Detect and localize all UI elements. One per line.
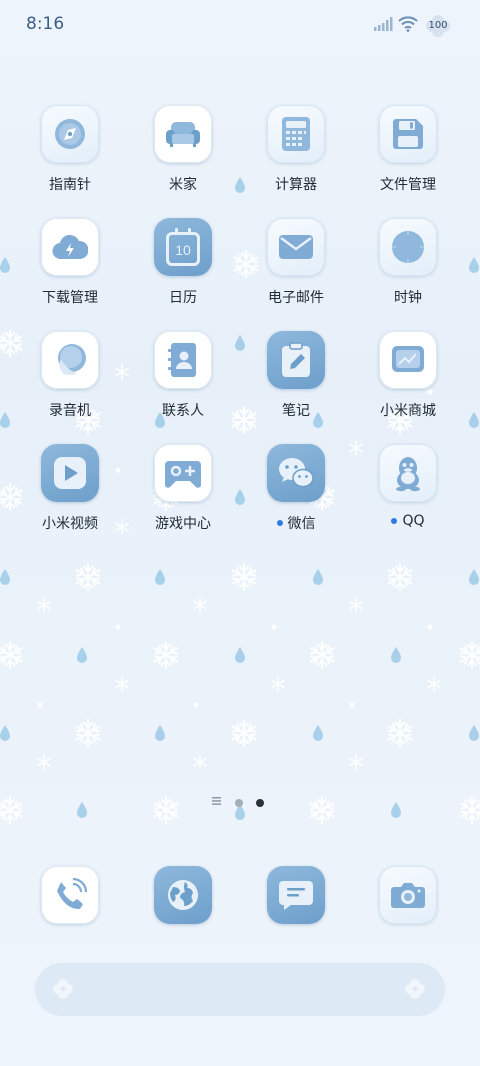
app-notes[interactable]: 笔记	[246, 331, 346, 420]
page-dot-2-active[interactable]	[256, 799, 264, 807]
app-mi-store[interactable]: 小米商城	[358, 331, 458, 420]
wechat-icon	[267, 444, 325, 502]
app-label: 联系人	[162, 403, 204, 419]
dock-phone[interactable]	[20, 866, 120, 924]
recorder-icon	[41, 331, 99, 389]
app-contacts[interactable]: 联系人	[133, 331, 233, 420]
app-mi-video[interactable]: 小米视频	[20, 444, 120, 533]
app-game-center[interactable]: 游戏中心	[133, 444, 233, 533]
play-video-icon	[41, 444, 99, 502]
calendar-frame: 10	[166, 227, 200, 266]
app-label-row: 微信	[246, 513, 346, 533]
app-recorder[interactable]: 录音机	[20, 331, 120, 420]
compass-icon	[41, 105, 99, 163]
app-label: 微信	[287, 516, 316, 532]
app-qq[interactable]: QQ	[358, 444, 458, 529]
app-downloads[interactable]: 下载管理	[20, 218, 120, 307]
app-email[interactable]: 电子邮件	[246, 218, 346, 307]
app-label: 游戏中心	[155, 516, 211, 532]
app-label: 文件管理	[380, 177, 436, 193]
contacts-book-icon	[154, 331, 212, 389]
app-label: 小米视频	[42, 516, 98, 532]
new-app-dot	[391, 518, 398, 524]
camera-icon	[379, 866, 437, 924]
battery-indicator: 100	[424, 15, 452, 37]
floppy-disk-icon	[379, 105, 437, 163]
notes-pencil-icon	[267, 331, 325, 389]
cloud-download-icon	[41, 218, 99, 276]
app-label: QQ	[402, 513, 425, 529]
dock-browser[interactable]	[133, 866, 233, 924]
wifi-icon	[398, 16, 418, 32]
cellular-signal-icon	[374, 17, 393, 31]
app-label: 录音机	[49, 403, 91, 419]
flower-icon	[53, 979, 73, 999]
app-wechat[interactable]: 微信	[246, 444, 346, 533]
app-clock[interactable]: 时钟	[358, 218, 458, 307]
envelope-icon	[267, 218, 325, 276]
sofa-icon	[154, 105, 212, 163]
store-chart-icon	[379, 331, 437, 389]
app-calendar[interactable]: 10 日历	[133, 218, 233, 307]
app-label-row: QQ	[358, 513, 458, 529]
app-file-manager[interactable]: 文件管理	[358, 105, 458, 194]
search-bar[interactable]	[35, 963, 445, 1016]
calendar-day: 10	[175, 242, 191, 258]
app-label: 日历	[169, 290, 197, 306]
calendar-icon: 10	[154, 218, 212, 276]
clock-icon	[379, 218, 437, 276]
status-time: 8:16	[26, 14, 65, 34]
app-label: 计算器	[275, 177, 317, 193]
qq-penguin-icon	[379, 444, 437, 502]
app-label: 电子邮件	[268, 290, 324, 306]
gamepad-icon	[154, 444, 212, 502]
app-label: 时钟	[394, 290, 422, 306]
calculator-icon	[267, 105, 325, 163]
status-bar: 8:16 100	[0, 0, 480, 50]
new-app-dot	[276, 520, 283, 526]
app-label: 下载管理	[42, 290, 98, 306]
app-label: 米家	[169, 177, 197, 193]
phone-icon	[41, 866, 99, 924]
app-label: 指南针	[49, 177, 91, 193]
app-mijia[interactable]: 米家	[133, 105, 233, 194]
app-calculator[interactable]: 计算器	[246, 105, 346, 194]
dock-messages[interactable]	[246, 866, 346, 924]
page-indicator[interactable]	[212, 796, 272, 808]
message-icon	[267, 866, 325, 924]
app-compass[interactable]: 指南针	[20, 105, 120, 194]
globe-icon	[154, 866, 212, 924]
battery-level: 100	[428, 20, 448, 31]
dock-camera[interactable]	[358, 866, 458, 924]
app-label: 小米商城	[380, 403, 436, 419]
app-label: 笔记	[282, 403, 310, 419]
menu-lines-icon	[212, 797, 221, 805]
flower-icon	[405, 979, 425, 999]
page-dot-1[interactable]	[235, 799, 243, 807]
